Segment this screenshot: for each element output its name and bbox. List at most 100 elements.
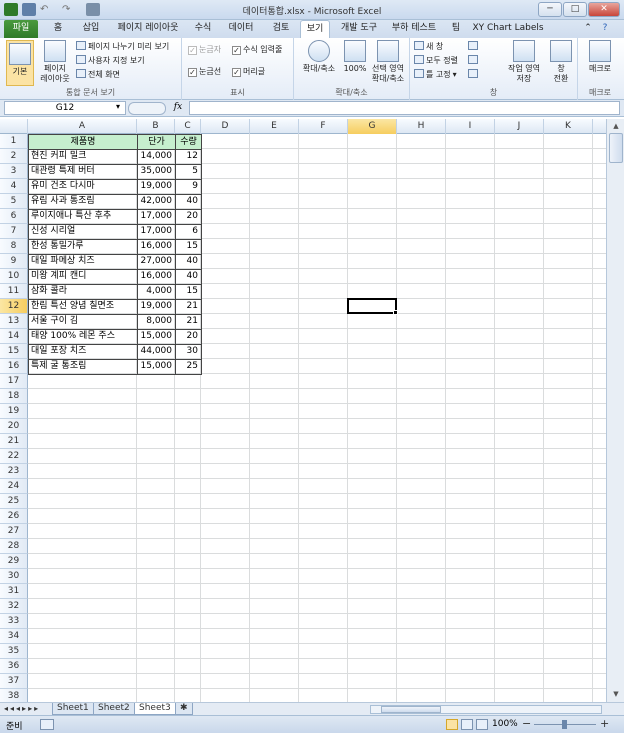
insert-sheet-icon[interactable]: ✱ — [175, 703, 193, 715]
row-header-23[interactable]: 23 — [0, 464, 28, 479]
vertical-scrollbar[interactable]: ▲ ▼ — [606, 119, 624, 702]
switch-windows-button[interactable]: 창 전환 — [546, 40, 576, 84]
row-header-6[interactable]: 6 — [0, 209, 28, 224]
cell-quantity[interactable]: 21 — [175, 314, 201, 329]
cell-product-name[interactable]: 대일 파메상 치즈 — [28, 254, 137, 269]
tab-review[interactable]: 검토 — [264, 20, 298, 38]
row-header-7[interactable]: 7 — [0, 224, 28, 239]
row-header-3[interactable]: 3 — [0, 164, 28, 179]
cell-product-name[interactable]: 유미 건조 다시마 — [28, 179, 137, 194]
page-layout-view-button[interactable]: 페이지 레이아웃 — [38, 40, 72, 84]
cell-quantity[interactable]: 40 — [175, 269, 201, 284]
row-header-12[interactable]: 12 — [0, 299, 28, 314]
cell-quantity[interactable]: 20 — [175, 329, 201, 344]
horizontal-scrollbar[interactable] — [370, 705, 602, 714]
cell-unit-price[interactable]: 17,000 — [137, 209, 175, 224]
cell-quantity[interactable]: 12 — [175, 149, 201, 164]
row-header-11[interactable]: 11 — [0, 284, 28, 299]
name-box[interactable]: G12 — [4, 101, 126, 115]
zoom-100-button[interactable]: 100% — [342, 40, 368, 74]
column-header-f[interactable]: F — [299, 119, 348, 134]
column-header-a[interactable]: A — [28, 119, 137, 134]
ribbon-minimize-icon[interactable]: ⌃ — [582, 20, 594, 38]
maximize-button[interactable]: □ — [563, 2, 587, 17]
formula-input[interactable] — [189, 101, 620, 115]
cell-quantity[interactable]: 40 — [175, 254, 201, 269]
row-header-31[interactable]: 31 — [0, 584, 28, 599]
arrange-all-button[interactable]: 모두 정렬 — [414, 55, 458, 67]
cell-product-name[interactable]: 현진 커피 밀크 — [28, 149, 137, 164]
column-header-g[interactable]: G — [348, 119, 397, 134]
row-header-27[interactable]: 27 — [0, 524, 28, 539]
zoom-button[interactable]: 확대/축소 — [298, 40, 340, 74]
row-header-13[interactable]: 13 — [0, 314, 28, 329]
cell-unit-price[interactable]: 4,000 — [137, 284, 175, 299]
row-header-16[interactable]: 16 — [0, 359, 28, 374]
row-header-37[interactable]: 37 — [0, 674, 28, 689]
scroll-down-icon[interactable]: ▼ — [609, 689, 623, 699]
column-header-c[interactable]: C — [175, 119, 201, 134]
insert-function-icon[interactable]: fx — [168, 101, 188, 115]
cell-unit-price[interactable]: 15,000 — [137, 359, 175, 374]
cell-unit-price[interactable]: 27,000 — [137, 254, 175, 269]
tab-file[interactable]: 파일 — [4, 20, 38, 38]
row-header-14[interactable]: 14 — [0, 329, 28, 344]
tab-data[interactable]: 데이터 — [222, 20, 260, 38]
cell-product-name[interactable]: 한림 특선 양념 칠면조 — [28, 299, 137, 314]
row-header-28[interactable]: 28 — [0, 539, 28, 554]
freeze-panes-button[interactable]: 틀 고정 ▾ — [414, 69, 457, 81]
tab-xy-chart-labels[interactable]: XY Chart Labels — [472, 20, 544, 38]
headings-checkbox[interactable]: ✓ 머리글 — [232, 66, 265, 78]
sheet-tab-3[interactable]: Sheet3 — [134, 703, 176, 715]
fill-handle[interactable] — [393, 310, 398, 315]
row-header-24[interactable]: 24 — [0, 479, 28, 494]
column-header-j[interactable]: J — [495, 119, 544, 134]
hide-button[interactable] — [468, 55, 480, 67]
column-header-d[interactable]: D — [201, 119, 250, 134]
column-header-k[interactable]: K — [544, 119, 593, 134]
select-all-corner[interactable] — [0, 119, 28, 134]
worksheet-grid[interactable]: ABCDEFGHIJK 1 2 3 4 5 6 7 8 9 10 11 12 13 14 15 16 17 18 1… — [0, 119, 606, 702]
cell-unit-price[interactable]: 35,000 — [137, 164, 175, 179]
cell-product-name[interactable]: 유림 사과 통조림 — [28, 194, 137, 209]
cell-product-name[interactable]: 루이지애나 특산 후추 — [28, 209, 137, 224]
cell-quantity[interactable]: 9 — [175, 179, 201, 194]
normal-view-button[interactable]: 기본 — [6, 40, 34, 86]
zoom-slider-thumb[interactable] — [562, 720, 567, 729]
help-icon[interactable]: ? — [598, 20, 612, 38]
row-header-18[interactable]: 18 — [0, 389, 28, 404]
tab-home[interactable]: 홈 — [46, 20, 70, 38]
unhide-button[interactable] — [468, 69, 480, 81]
full-screen-button[interactable]: 전체 화면 — [76, 69, 120, 81]
ruler-checkbox[interactable]: ✓ 눈금자 — [188, 44, 221, 56]
row-header-32[interactable]: 32 — [0, 599, 28, 614]
cell-quantity[interactable]: 15 — [175, 284, 201, 299]
custom-views-button[interactable]: 사용자 지정 보기 — [76, 55, 145, 67]
cell-quantity[interactable]: 30 — [175, 344, 201, 359]
row-header-38[interactable]: 38 — [0, 689, 28, 702]
page-break-status-icon[interactable] — [476, 719, 488, 730]
row-header-10[interactable]: 10 — [0, 269, 28, 284]
row-header-19[interactable]: 19 — [0, 404, 28, 419]
row-header-9[interactable]: 9 — [0, 254, 28, 269]
tab-formulas[interactable]: 수식 — [188, 20, 218, 38]
column-header-h[interactable]: H — [397, 119, 446, 134]
vertical-scroll-thumb[interactable] — [609, 133, 623, 163]
cell-quantity[interactable]: 40 — [175, 194, 201, 209]
row-header-20[interactable]: 20 — [0, 419, 28, 434]
cell-product-name[interactable]: 특제 굴 통조림 — [28, 359, 137, 374]
cell-quantity[interactable]: 25 — [175, 359, 201, 374]
row-header-36[interactable]: 36 — [0, 659, 28, 674]
tab-load-test[interactable]: 부하 테스트 — [386, 20, 442, 38]
horizontal-scroll-thumb[interactable] — [381, 706, 441, 713]
macros-button[interactable]: 매크로 — [582, 40, 618, 74]
tab-developer[interactable]: 개발 도구 — [336, 20, 382, 38]
cell-unit-price[interactable]: 15,000 — [137, 329, 175, 344]
zoom-to-selection-button[interactable]: 선택 영역 확대/축소 — [368, 40, 408, 84]
tab-team[interactable]: 팀 — [446, 20, 466, 38]
cell-quantity[interactable]: 20 — [175, 209, 201, 224]
new-window-button[interactable]: 새 창 — [414, 41, 443, 53]
zoom-out-button[interactable]: − — [522, 717, 531, 730]
tab-page-layout[interactable]: 페이지 레이아웃 — [112, 20, 184, 38]
row-header-8[interactable]: 8 — [0, 239, 28, 254]
